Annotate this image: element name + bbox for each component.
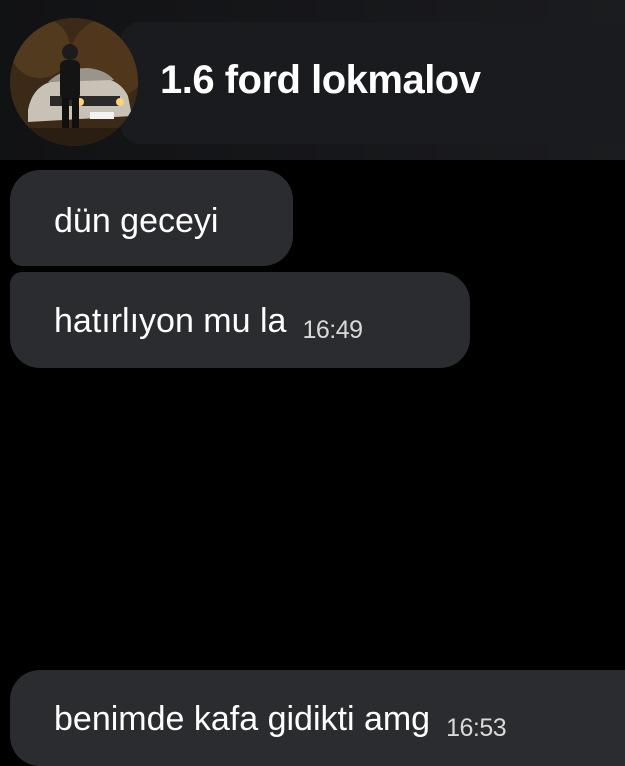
message-bubble[interactable]: benimde kafa gidikti amg 16:53 [10, 670, 625, 766]
message-text: hatırlıyon mu la [54, 302, 287, 340]
avatar[interactable] [10, 18, 138, 146]
message-timestamp: 16:49 [302, 316, 363, 344]
message-text: dün geceyi [54, 202, 219, 240]
message-bubble[interactable]: hatırlıyon mu la 16:49 [10, 272, 470, 368]
message-bubble[interactable]: dün geceyi [10, 170, 293, 266]
contact-name[interactable]: 1.6 ford lokmalov [160, 58, 481, 103]
message-timestamp: 16:53 [446, 714, 507, 742]
message-text: benimde kafa gidikti amg [54, 700, 431, 738]
chat-header: 1.6 ford lokmalov [0, 0, 625, 160]
avatar-photo-icon [10, 18, 138, 146]
